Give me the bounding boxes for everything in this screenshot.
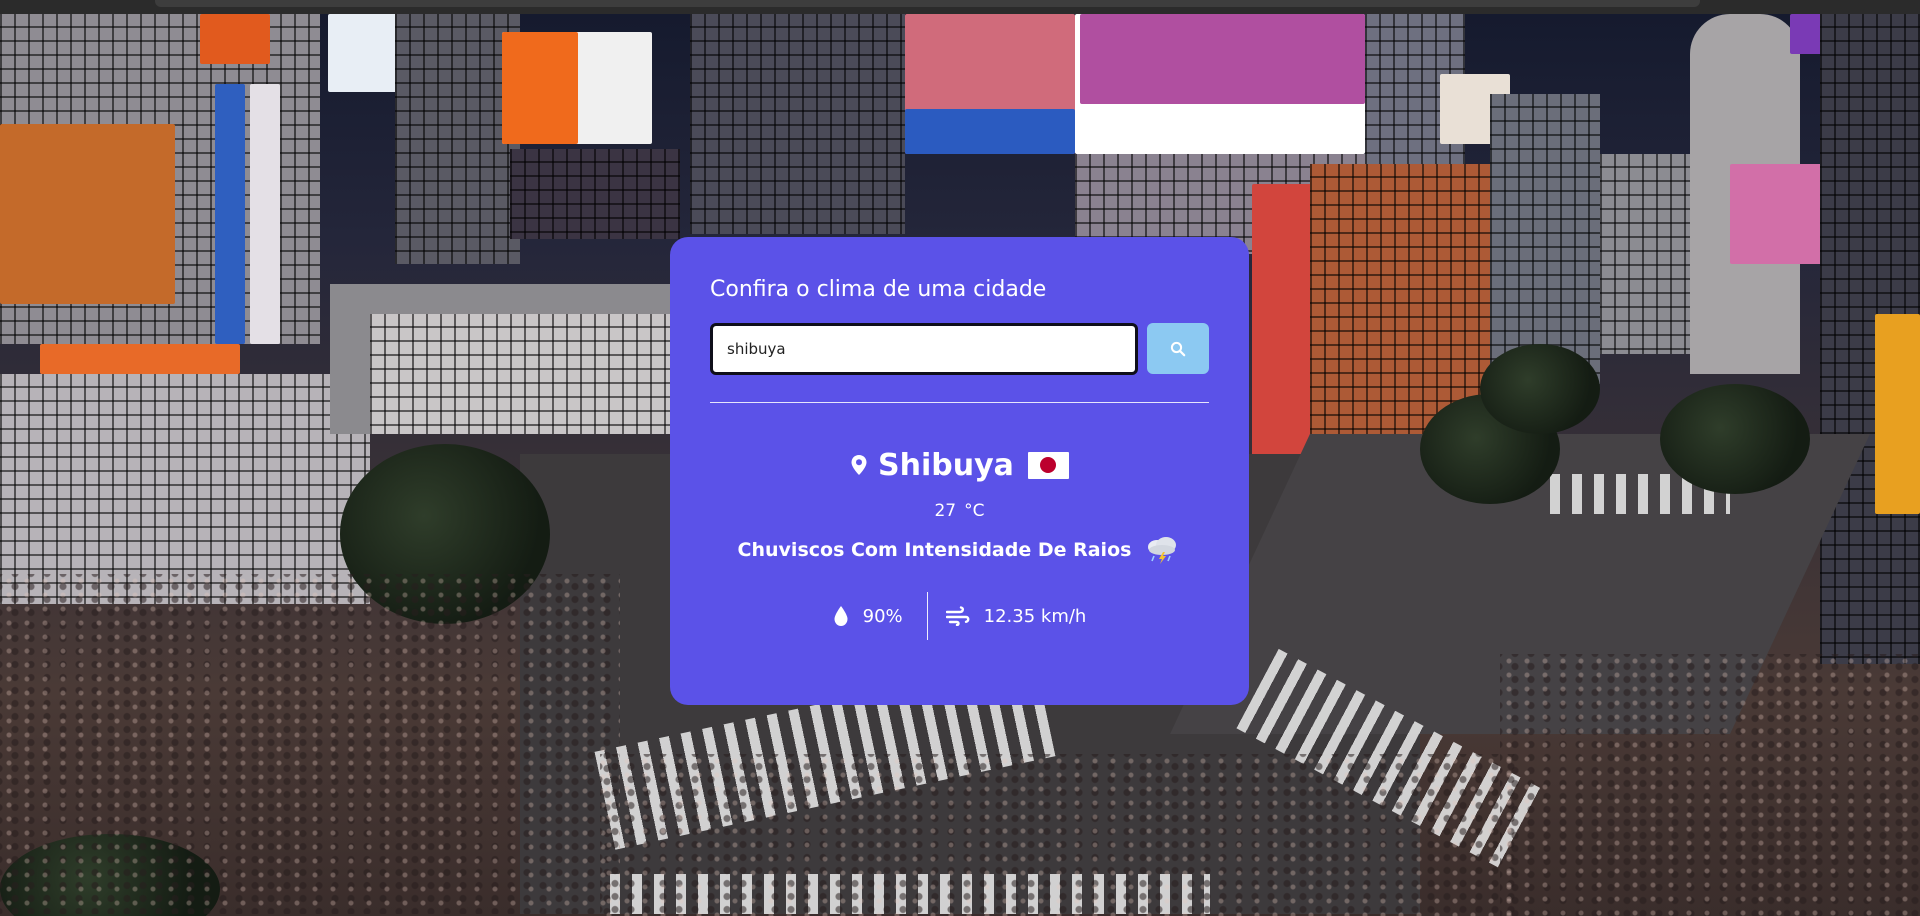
humidity-value: 90% — [862, 605, 903, 627]
location-pin-icon — [850, 454, 868, 476]
page: Confira o clima de uma cidade shibuya Sh… — [0, 0, 1920, 916]
card-title: Confira o clima de uma cidade — [710, 277, 1047, 302]
city-heading: Shibuya — [710, 445, 1209, 485]
search-icon — [1170, 341, 1186, 357]
wind-icon — [945, 606, 970, 626]
search-button[interactable] — [1147, 323, 1209, 374]
weather-details: 90% 12.35 km/h — [710, 591, 1209, 641]
browser-top-strip — [0, 0, 1920, 14]
details-separator — [926, 592, 928, 640]
wind-value: 12.35 km/h — [983, 605, 1087, 627]
weather-description: Chuviscos Com Intensidade De Raios — [737, 539, 1132, 561]
temperature-value: 27 — [934, 501, 957, 521]
city-search-input[interactable] — [710, 323, 1139, 375]
wind-detail: 12.35 km/h — [945, 605, 1087, 627]
weather-description-row: Chuviscos Com Intensidade De Raios — [710, 533, 1209, 567]
weather-card: Confira o clima de uma cidade shibuya Sh… — [670, 237, 1249, 705]
search-form — [710, 323, 1209, 375]
temperature-unit: °C — [964, 501, 985, 521]
city-name: Shibuya — [878, 447, 1014, 483]
humidity-detail: 90% — [833, 605, 903, 627]
divider — [710, 402, 1209, 403]
water-drop-icon — [833, 605, 849, 627]
temperature-row: 27 °C — [710, 499, 1209, 523]
thunderstorm-drizzle-icon — [1143, 535, 1181, 565]
japan-flag-icon — [1027, 451, 1069, 479]
